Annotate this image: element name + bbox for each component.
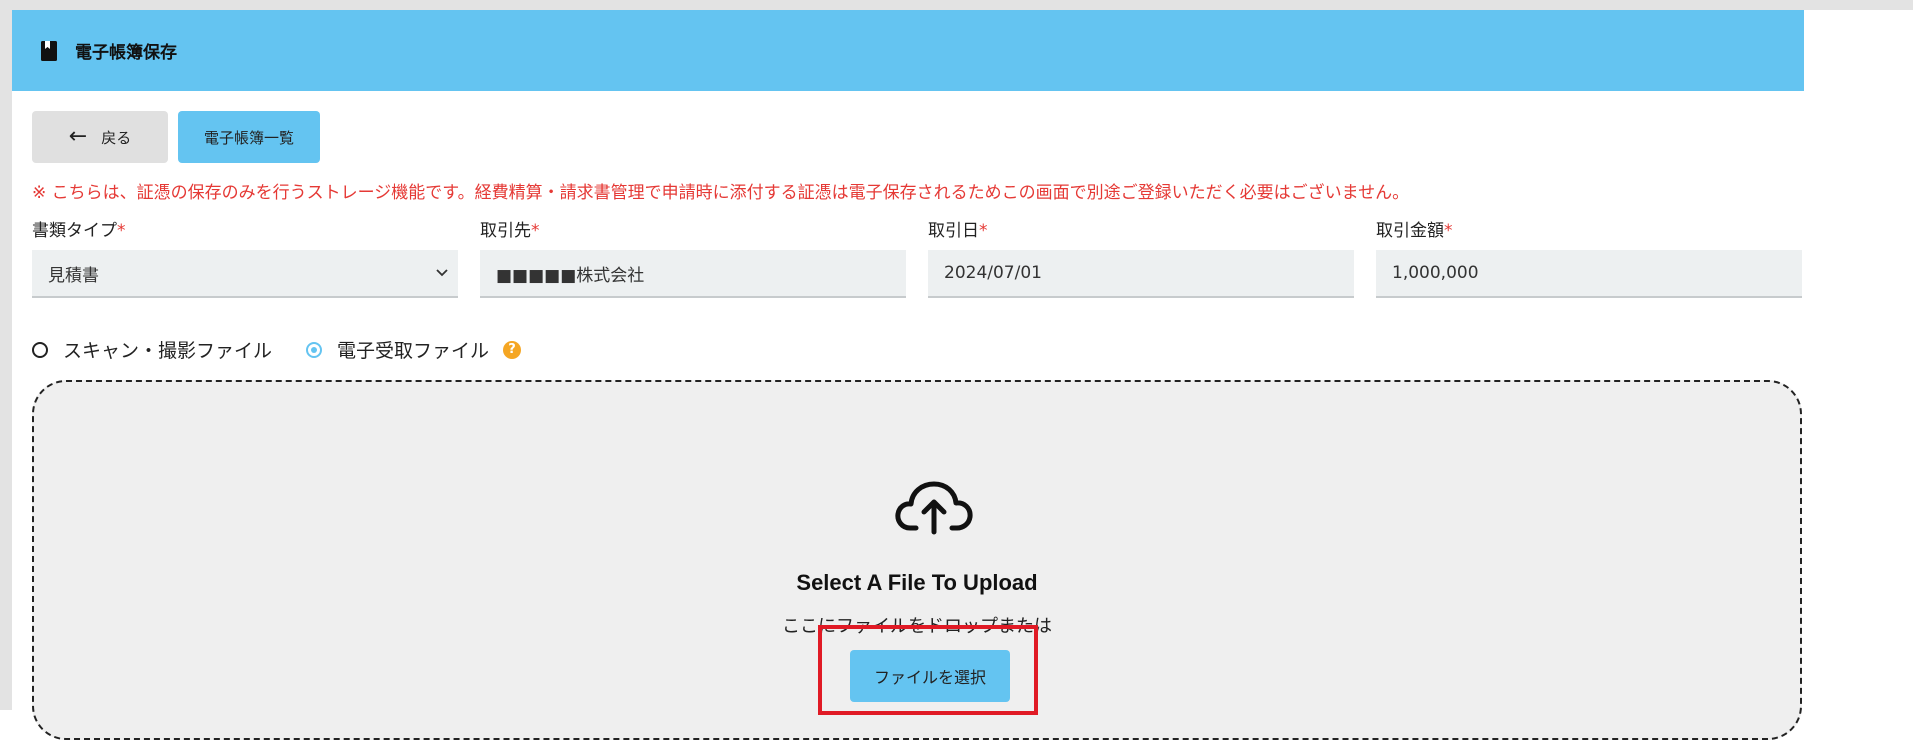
- back-button-label: 戻る: [101, 128, 132, 147]
- dropzone-title: Select A File To Upload: [796, 570, 1038, 595]
- required-mark: *: [117, 221, 126, 241]
- back-button[interactable]: ← 戻る: [32, 111, 168, 163]
- radio-scan[interactable]: [32, 341, 48, 358]
- highlight-box: [818, 625, 1038, 715]
- arrow-left-icon: ←: [68, 124, 88, 149]
- main-panel: 電子帳簿保存 ← 戻る 電子帳簿一覧 ※ こちらは、証憑の保存のみを行うストレー…: [12, 10, 1804, 740]
- doc-type-label: 書類タイプ*: [32, 221, 126, 241]
- window-top-border: [0, 0, 1913, 10]
- page-title: 電子帳簿保存: [75, 43, 177, 63]
- date-field[interactable]: 2024/07/01: [928, 250, 1354, 298]
- amount-label: 取引金額*: [1376, 221, 1453, 241]
- required-mark: *: [979, 221, 988, 241]
- storage-notice: ※ こちらは、証憑の保存のみを行うストレージ機能です。経費精算・請求書管理で申請…: [32, 183, 1410, 203]
- window-left-border: [0, 0, 12, 710]
- page-header: 電子帳簿保存: [12, 10, 1804, 91]
- amount-field[interactable]: 1,000,000: [1376, 250, 1802, 298]
- cloud-upload-icon: [895, 481, 973, 535]
- required-mark: *: [531, 221, 540, 241]
- required-mark: *: [1444, 221, 1453, 241]
- help-icon[interactable]: ?: [503, 340, 522, 359]
- date-label: 取引日*: [928, 221, 988, 241]
- doc-type-select[interactable]: 見積書: [32, 250, 458, 298]
- radio-electronic-label[interactable]: 電子受取ファイル: [337, 336, 489, 363]
- partner-field[interactable]: ■■■■■株式会社: [480, 250, 906, 298]
- chevron-down-icon: [436, 269, 448, 277]
- ledger-list-button[interactable]: 電子帳簿一覧: [178, 111, 320, 163]
- book-icon: [41, 40, 57, 61]
- radio-scan-label[interactable]: スキャン・撮影ファイル: [63, 336, 272, 363]
- partner-label: 取引先*: [480, 221, 540, 241]
- file-source-radio-group: スキャン・撮影ファイル 電子受取ファイル ?: [32, 336, 522, 363]
- doc-type-value: 見積書: [48, 265, 99, 286]
- radio-electronic[interactable]: [306, 341, 323, 358]
